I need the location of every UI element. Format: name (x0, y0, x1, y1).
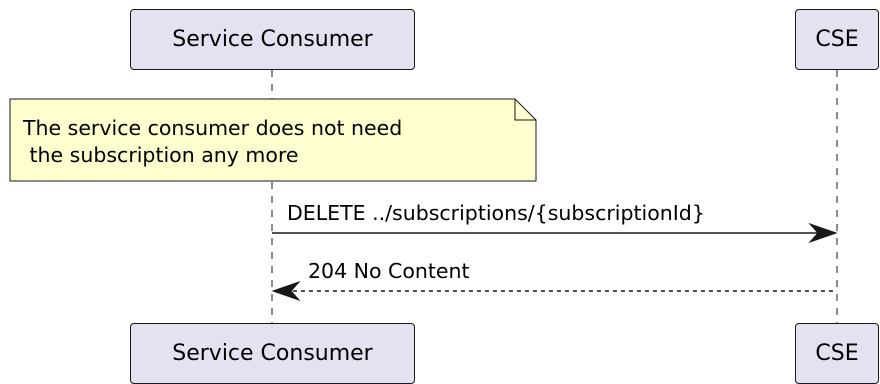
response-message-label: 204 No Content (308, 259, 470, 283)
sequence-diagram: Service Consumer CSE The service consume… (0, 0, 880, 384)
participant-service-consumer-bottom: Service Consumer (130, 323, 415, 384)
note-line-1: The service consumer does not need (23, 116, 403, 140)
note: The service consumer does not need the s… (10, 99, 536, 181)
participant-cse-bottom: CSE (795, 323, 879, 384)
request-message-label: DELETE ../subscriptions/{subscriptionId} (287, 201, 705, 225)
participant-service-consumer-top: Service Consumer (130, 9, 415, 70)
note-line-2: the subscription any more (23, 143, 299, 167)
participant-cse-top: CSE (795, 9, 879, 70)
